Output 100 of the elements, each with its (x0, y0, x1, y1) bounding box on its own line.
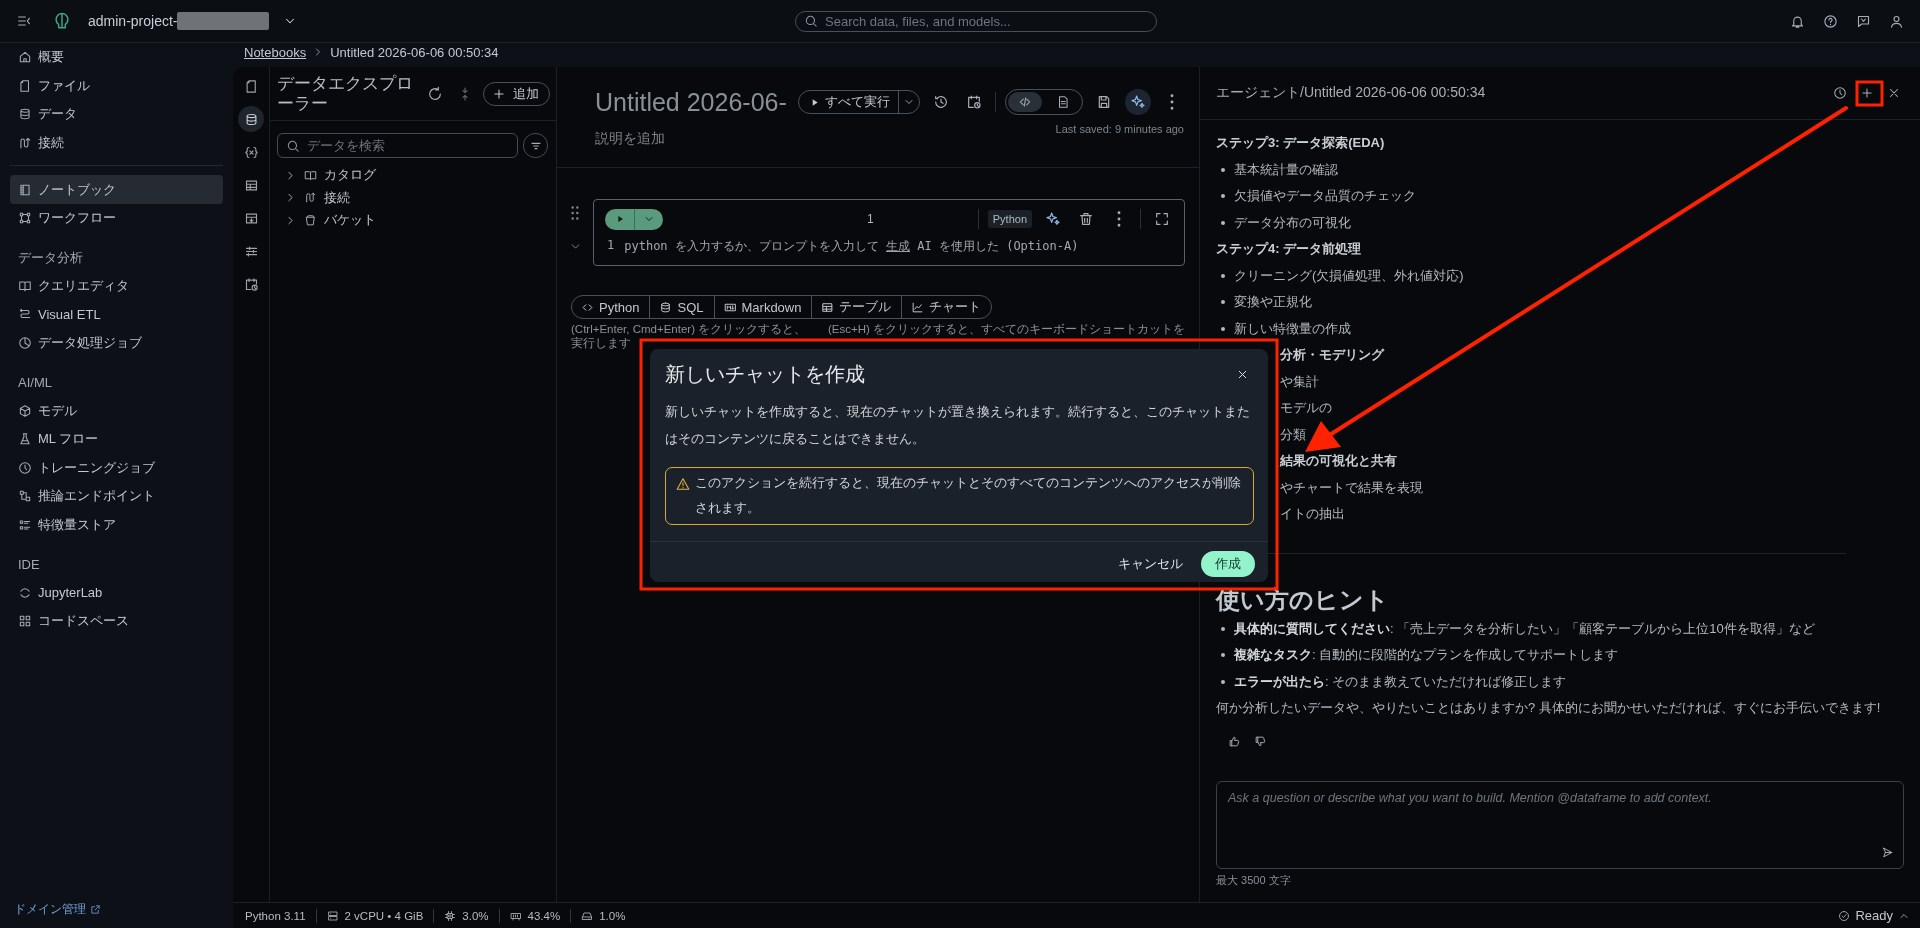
panel-title: データエクスプローラー (277, 73, 414, 114)
sidebar-item[interactable]: ファイル (10, 71, 223, 101)
thumbs-up-icon (1227, 735, 1241, 748)
kernel-status-button[interactable]: Ready (1838, 904, 1910, 927)
history-icon (1833, 86, 1847, 100)
external-link-icon (90, 903, 101, 915)
notebook-icon (18, 182, 32, 197)
add-cell-button[interactable]: Python (572, 296, 651, 318)
search-field[interactable]: データを検索 (277, 133, 518, 158)
step-heading: 分析・モデリング (1280, 346, 1384, 365)
sidebar-item[interactable]: クエリエディタ (10, 271, 223, 301)
sidebar-item[interactable]: ML フロー (10, 424, 223, 454)
table-icon (243, 177, 259, 193)
section-title: AI/ML (17, 373, 53, 392)
list-item: やチャートで結果を表現 (1280, 478, 1423, 497)
sidebar-item[interactable]: ノートブック (10, 175, 223, 204)
run-options-button[interactable] (634, 208, 663, 230)
tip-text: エラーが出たら: そのまま教えていただければ修正します (1234, 672, 1567, 691)
menu-icon (16, 13, 32, 29)
sidebar-item[interactable]: JupyterLab (10, 578, 223, 607)
code-icon (1018, 95, 1032, 109)
section-title: IDE (17, 555, 41, 574)
list-item: 基本統計量の確認 (1234, 160, 1338, 179)
chat-input[interactable]: Ask a question or describe what you want to build. Mention @dataframe to add context. (1216, 781, 1904, 869)
bullet-icon (1221, 679, 1225, 684)
run-cell-button[interactable] (605, 208, 634, 230)
sidebar-item[interactable]: トレーニングジョブ (10, 453, 223, 483)
dialog-text: 新しいチャットを作成すると、現在のチャットが置き換えられます。続行すると、このチャットまたはそのコンテンツに戻ることはできません。 (664, 404, 1251, 448)
database-icon (243, 111, 259, 127)
bullet-icon (1221, 273, 1225, 278)
send-icon (1880, 845, 1894, 859)
notebook-title[interactable]: Untitled 2026-06- (595, 87, 798, 117)
list-item: 欠損値やデータ品質のチェック (1234, 187, 1416, 206)
book-icon (18, 278, 32, 293)
file-icon (243, 78, 259, 94)
sidebar-item[interactable]: 特徴量ストア (10, 510, 223, 540)
line-number: 1 (607, 238, 615, 254)
list-item: イトの抽出 (1280, 505, 1345, 524)
trash-icon (1078, 211, 1094, 227)
rail-tab[interactable] (238, 106, 264, 132)
tree-item[interactable]: 接続 (270, 186, 556, 209)
execution-count: 1 (866, 212, 874, 226)
close-icon (1887, 86, 1901, 100)
sidebar-item[interactable]: データ (10, 100, 223, 129)
shortcut-hint: (Ctrl+Enter, Cmd+Enter) をクリックすると、実行します (571, 322, 808, 350)
description-field[interactable]: 説明を追加 (595, 130, 795, 146)
breadcrumb-current: Untitled 2026-06-06 00:50:34 (330, 44, 499, 60)
project-selector[interactable]: admin-project- (88, 8, 298, 34)
sidebar-item[interactable]: Visual ETL (10, 300, 223, 329)
breadcrumb-link[interactable]: Notebooks (244, 44, 307, 60)
code-editor[interactable]: 1 python を入力するか、プロンプトを入力して 生成 AI を使用した (Option-A) (605, 238, 1174, 255)
list-item: 変換や正規化 (1234, 293, 1312, 312)
last-saved-text: Last saved: 9 minutes ago (1055, 123, 1184, 135)
sidebar-item[interactable]: 接続 (10, 128, 223, 158)
filter-button[interactable] (523, 133, 548, 158)
list-item: 分類 (1280, 425, 1306, 444)
database-icon (659, 300, 673, 314)
tree-icon (18, 489, 32, 504)
list-item: や集計 (1280, 372, 1319, 391)
database-icon (18, 107, 32, 122)
sidebar-item[interactable]: 推論エンドポイント (10, 482, 223, 511)
pie-icon (18, 336, 32, 351)
document-icon (1056, 95, 1070, 109)
chat-icon (1855, 13, 1871, 29)
tree-item[interactable]: カタログ (270, 164, 556, 187)
add-cell-button[interactable]: SQL (650, 296, 715, 318)
chip-icon (444, 909, 457, 922)
add-cell-button[interactable]: チャート (902, 296, 992, 318)
sidebar-item[interactable]: ワークフロー (10, 203, 223, 233)
cpu-usage: 3.0% (462, 909, 489, 922)
add-cell-button[interactable]: テーブル (812, 296, 903, 318)
section-title: データ分析 (17, 248, 84, 267)
create-button[interactable]: 作成 (1201, 551, 1255, 577)
calendar-clock-icon (966, 94, 982, 110)
sidebar-item[interactable]: モデル (10, 396, 223, 425)
assistant-button[interactable] (1125, 89, 1151, 115)
bullet-icon (1221, 326, 1225, 331)
file-icon (18, 78, 32, 93)
sidebar-item[interactable]: 概要 (10, 43, 223, 72)
sidebar-item[interactable]: コードスペース (10, 606, 223, 636)
flask-icon (18, 432, 32, 447)
bell-icon (1789, 13, 1805, 29)
add-cell-button[interactable]: Markdown (714, 296, 813, 318)
chart-icon (911, 300, 925, 314)
sync-icon (18, 585, 32, 600)
sidebar-item[interactable]: データ処理ジョブ (10, 328, 223, 358)
search-field[interactable]: Search data, files, and models... (795, 10, 1157, 32)
tree-item[interactable]: バケット (270, 209, 556, 232)
generate-link[interactable]: 生成 (886, 239, 911, 253)
thumbs-down-icon (1253, 735, 1267, 748)
more-icon (1170, 94, 1174, 110)
runtime-label: Python 3.11 (245, 909, 306, 922)
char-limit-text: 最大 3500 文字 (1216, 873, 1292, 888)
clock-icon (18, 460, 32, 475)
memory-usage: 43.4% (527, 909, 561, 922)
domain-admin-link[interactable]: ドメイン管理 (10, 900, 105, 918)
warning-icon (676, 477, 690, 491)
cancel-button[interactable]: キャンセル (1118, 551, 1183, 577)
language-button[interactable]: Python (987, 210, 1032, 228)
view-mode-button[interactable] (1008, 92, 1042, 112)
